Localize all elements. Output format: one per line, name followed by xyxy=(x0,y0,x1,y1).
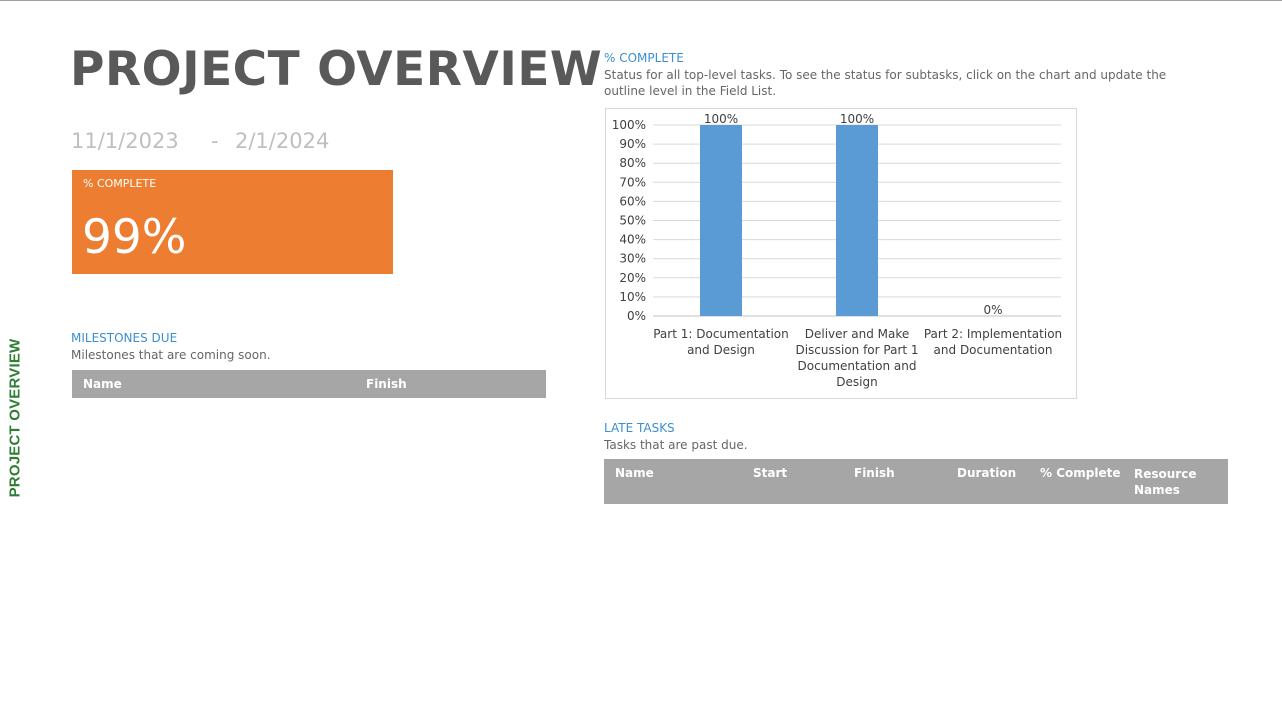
x-category-label: Deliver and Make xyxy=(805,327,910,341)
x-category-label: Part 1: Documentation xyxy=(653,327,789,341)
late-col-start[interactable]: Start xyxy=(753,466,787,480)
side-tab-label: PROJECT OVERVIEW xyxy=(6,338,24,497)
milestones-col-finish[interactable]: Finish xyxy=(366,377,407,391)
bar xyxy=(700,125,742,316)
percent-complete-chart[interactable]: 0% 10% 20% 30% 40% 50% 60% 70% 80% 90% 100% 100% Par… xyxy=(605,108,1077,399)
start-date: 11/1/2023 xyxy=(71,129,179,153)
late-col-finish[interactable]: Finish xyxy=(854,466,895,480)
y-tick-label: 10% xyxy=(619,290,646,304)
y-tick-label: 50% xyxy=(619,214,646,228)
y-tick-label: 30% xyxy=(619,252,646,266)
y-tick-label: 90% xyxy=(619,137,646,151)
milestones-title: MILESTONES DUE xyxy=(71,331,178,345)
bar xyxy=(836,125,878,316)
late-col-duration[interactable]: Duration xyxy=(957,466,1016,480)
x-category-label: Part 2: Implementation xyxy=(924,327,1062,341)
late-tasks-table-header[interactable]: Name Start Finish Duration % Complete Re… xyxy=(604,459,1228,504)
finish-date: 2/1/2024 xyxy=(235,129,330,153)
x-category-label: Design xyxy=(836,375,877,389)
chart-canvas: 0% 10% 20% 30% 40% 50% 60% 70% 80% 90% 100% 100% Par… xyxy=(612,112,1062,389)
complete-chart-title: % COMPLETE xyxy=(604,51,684,65)
late-col-name[interactable]: Name xyxy=(615,466,654,480)
late-col-percent-complete[interactable]: % Complete xyxy=(1040,466,1120,480)
y-tick-label: 100% xyxy=(612,118,646,132)
bar-data-label: 0% xyxy=(983,303,1002,317)
y-tick-label: 20% xyxy=(619,271,646,285)
page-title: PROJECT OVERVIEW xyxy=(70,42,603,97)
percent-complete-card[interactable]: % COMPLETE 99% xyxy=(72,170,393,274)
x-category-label: and Documentation xyxy=(934,343,1053,357)
percent-complete-card-value: 99% xyxy=(82,210,187,265)
x-category-label: Discussion for Part 1 xyxy=(795,343,918,357)
date-separator: - xyxy=(211,129,219,153)
y-tick-label: 70% xyxy=(619,175,646,189)
y-tick-label: 80% xyxy=(619,156,646,170)
late-tasks-title: LATE TASKS xyxy=(604,421,675,435)
top-border xyxy=(0,0,1282,1)
complete-chart-subtitle-2: outline level in the Field List. xyxy=(604,84,777,98)
y-tick-label: 0% xyxy=(627,309,646,323)
x-category-label: Documentation and xyxy=(798,359,917,373)
milestones-col-name[interactable]: Name xyxy=(83,377,122,391)
y-tick-label: 60% xyxy=(619,194,646,208)
milestones-table-header[interactable]: Name Finish xyxy=(72,370,546,398)
x-category-label: and Design xyxy=(687,343,755,357)
bar-data-label: 100% xyxy=(704,112,738,126)
milestones-subtitle: Milestones that are coming soon. xyxy=(71,348,271,362)
y-tick-label: 40% xyxy=(619,233,646,247)
complete-chart-subtitle-1: Status for all top-level tasks. To see t… xyxy=(604,68,1167,82)
late-col-resource-names[interactable]: Resource Names xyxy=(1134,466,1214,498)
late-tasks-subtitle: Tasks that are past due. xyxy=(604,438,748,452)
percent-complete-card-label: % COMPLETE xyxy=(83,177,157,190)
bar-data-label: 100% xyxy=(840,112,874,126)
